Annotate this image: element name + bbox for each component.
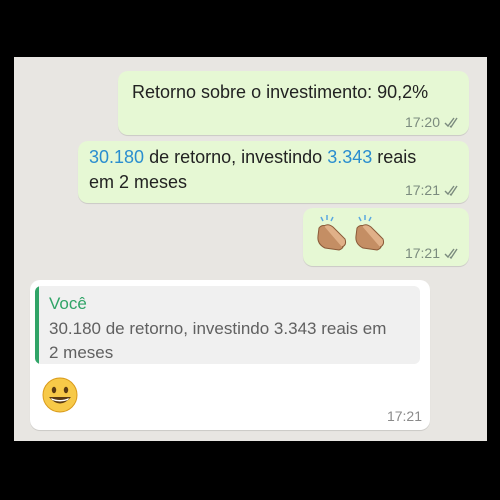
chat-area: Retorno sobre o investimento: 90,2% 17:2…: [14, 57, 487, 441]
message-text-fragment: de retorno, investindo: [144, 147, 328, 167]
message-meta: 17:21: [387, 408, 422, 424]
message-time: 17:21: [404, 245, 440, 261]
message-meta: 17:21: [405, 182, 461, 198]
message-text-line-2: em 2 meses: [89, 172, 188, 192]
message-time: 17:20: [404, 114, 440, 130]
message-text-line-1: 30.180 de retorno, investindo 3.343 reai…: [89, 145, 416, 170]
message-time: 17:21: [386, 408, 422, 424]
message-time: 17:21: [404, 182, 440, 198]
outgoing-message[interactable]: Retorno sobre o investimento: 90,2% 17:2…: [118, 71, 469, 135]
grinning-face-icon: [42, 377, 78, 413]
number-link[interactable]: 30.180: [89, 147, 144, 167]
quoted-text-line-2: 2 meses: [49, 343, 114, 362]
double-check-icon: [444, 117, 458, 128]
message-meta: 17:21: [405, 245, 461, 261]
clapping-hands-icon: [317, 215, 347, 251]
quote-accent-bar: [35, 286, 39, 364]
outgoing-message[interactable]: 30.180 de retorno, investindo 3.343 reai…: [78, 141, 469, 203]
message-text: Retorno sobre o investimento: 90,2%: [132, 82, 429, 102]
quoted-text-line-1: 30.180 de retorno, investindo 3.343 reai…: [49, 319, 387, 338]
clapping-hands-icon: [355, 215, 385, 251]
quoted-message[interactable]: Você 30.180 de retorno, investindo 3.343…: [35, 286, 420, 364]
double-check-icon: [444, 185, 458, 196]
quoted-author: Você: [49, 294, 87, 313]
message-meta: 17:20: [405, 114, 461, 130]
outgoing-message[interactable]: 17:21: [303, 208, 469, 266]
incoming-message[interactable]: Você 30.180 de retorno, investindo 3.343…: [30, 280, 430, 430]
number-link[interactable]: 3.343: [327, 147, 372, 167]
double-check-icon: [444, 248, 458, 259]
message-text-fragment: reais: [372, 147, 417, 167]
